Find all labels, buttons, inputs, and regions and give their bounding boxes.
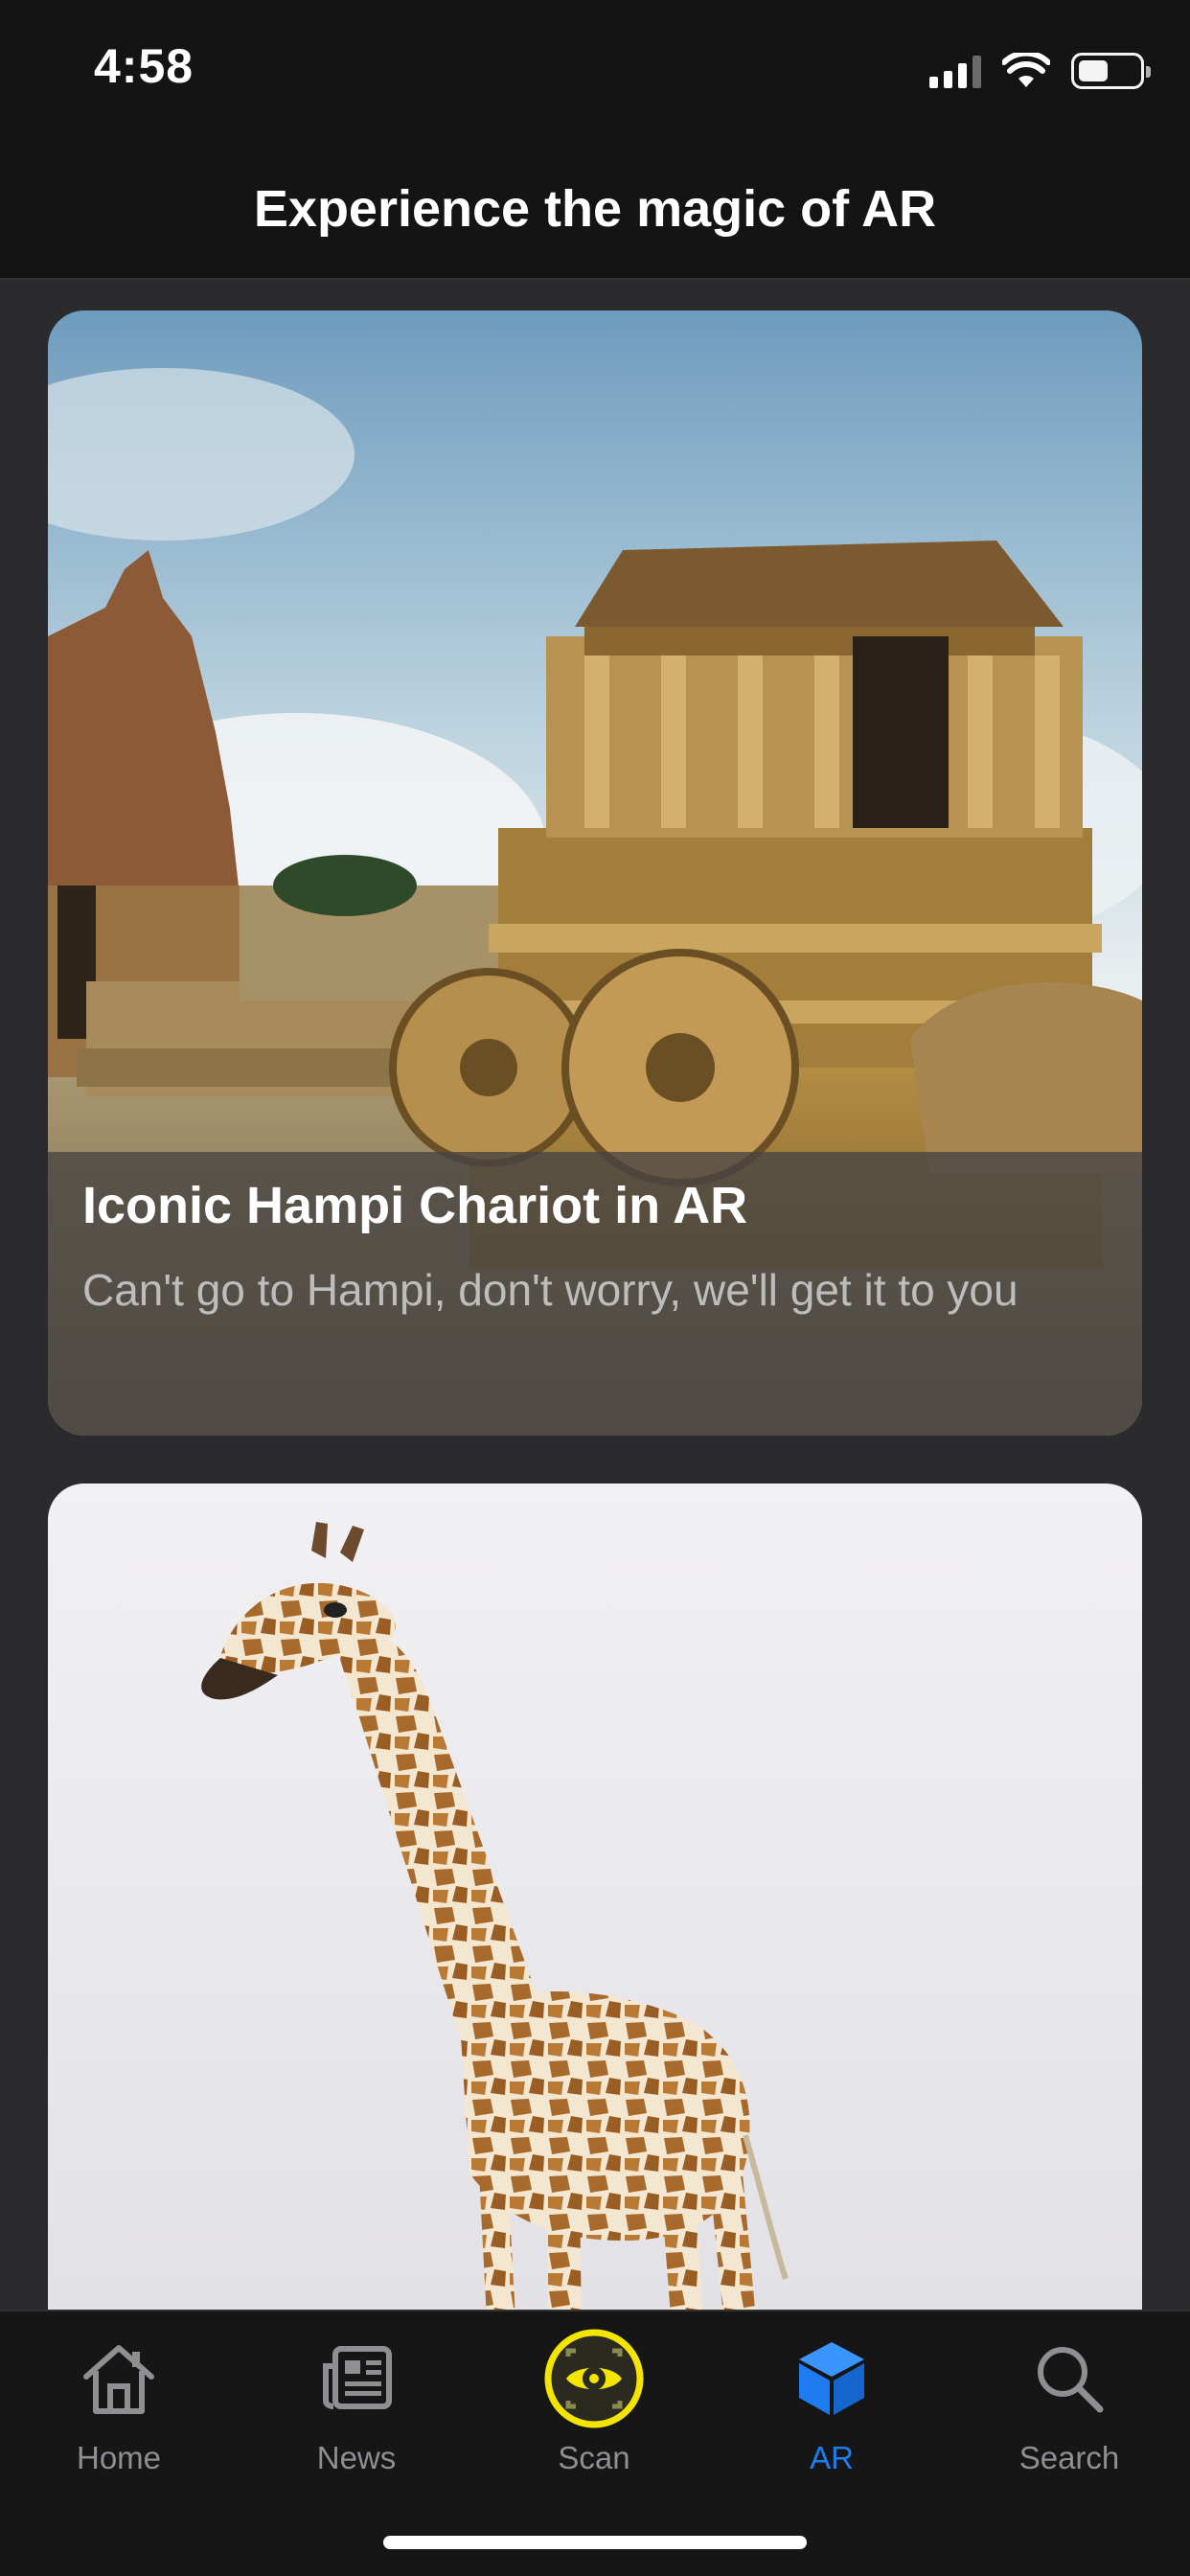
scan-eye-icon — [541, 2329, 647, 2428]
page-title: Experience the magic of AR — [253, 180, 937, 238]
battery-icon — [1071, 53, 1151, 89]
tab-home[interactable]: Home — [0, 2331, 238, 2494]
tab-home-label: Home — [76, 2440, 162, 2475]
ar-card-hampi-chariot[interactable]: Iconic Hampi Chariot in AR Can't go to H… — [48, 310, 1142, 1436]
card-subtitle: Can't go to Hampi, don't worry, we'll ge… — [82, 1264, 1018, 1315]
tab-search[interactable]: Search — [950, 2331, 1188, 2494]
card-caption: Iconic Hampi Chariot in AR Can't go to H… — [48, 1152, 1142, 1436]
cellular-signal-icon — [929, 54, 981, 88]
tab-ar-label: AR — [810, 2440, 854, 2475]
home-icon — [66, 2331, 172, 2426]
ar-screen: 4:58 Experience the magic of AR Iconic H… — [0, 0, 1190, 2576]
card-title: Iconic Hampi Chariot in AR — [82, 1177, 748, 1234]
news-icon — [304, 2331, 409, 2426]
status-icons — [929, 50, 1151, 92]
tab-scan-label: Scan — [558, 2440, 630, 2475]
ar-cube-icon — [779, 2331, 884, 2426]
status-bar: 4:58 — [0, 0, 1190, 144]
wifi-icon — [1002, 53, 1050, 87]
tab-bar: Home News Scan AR Search — [0, 2310, 1190, 2576]
tab-ar[interactable]: AR — [713, 2331, 950, 2494]
tab-news[interactable]: News — [238, 2331, 475, 2494]
search-icon — [1017, 2331, 1122, 2426]
status-time: 4:58 — [94, 39, 195, 93]
home-indicator[interactable] — [383, 2536, 807, 2549]
tab-news-label: News — [316, 2440, 397, 2475]
nav-header: Experience the magic of AR — [0, 144, 1190, 280]
tab-search-label: Search — [1018, 2440, 1120, 2475]
tab-scan[interactable]: Scan — [475, 2329, 713, 2494]
